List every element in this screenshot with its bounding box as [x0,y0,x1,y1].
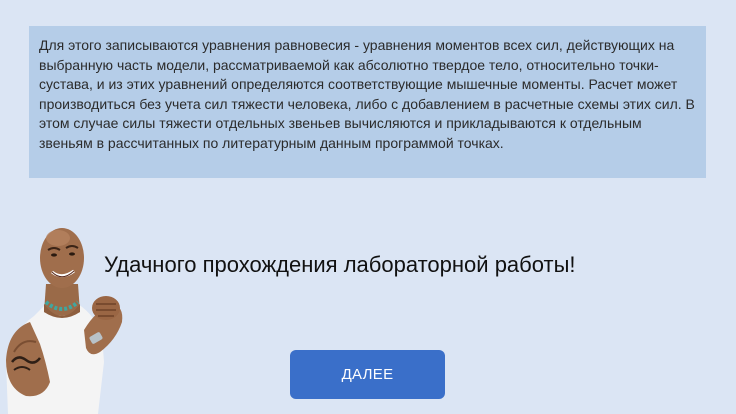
character-illustration [6,228,123,414]
greeting-text: Удачного прохождения лабораторной работы… [104,252,576,277]
info-text-box: Для этого записываются уравнения равнове… [29,26,706,178]
next-button[interactable]: ДАЛЕЕ [290,350,445,399]
info-text: Для этого записываются уравнения равнове… [39,37,695,151]
